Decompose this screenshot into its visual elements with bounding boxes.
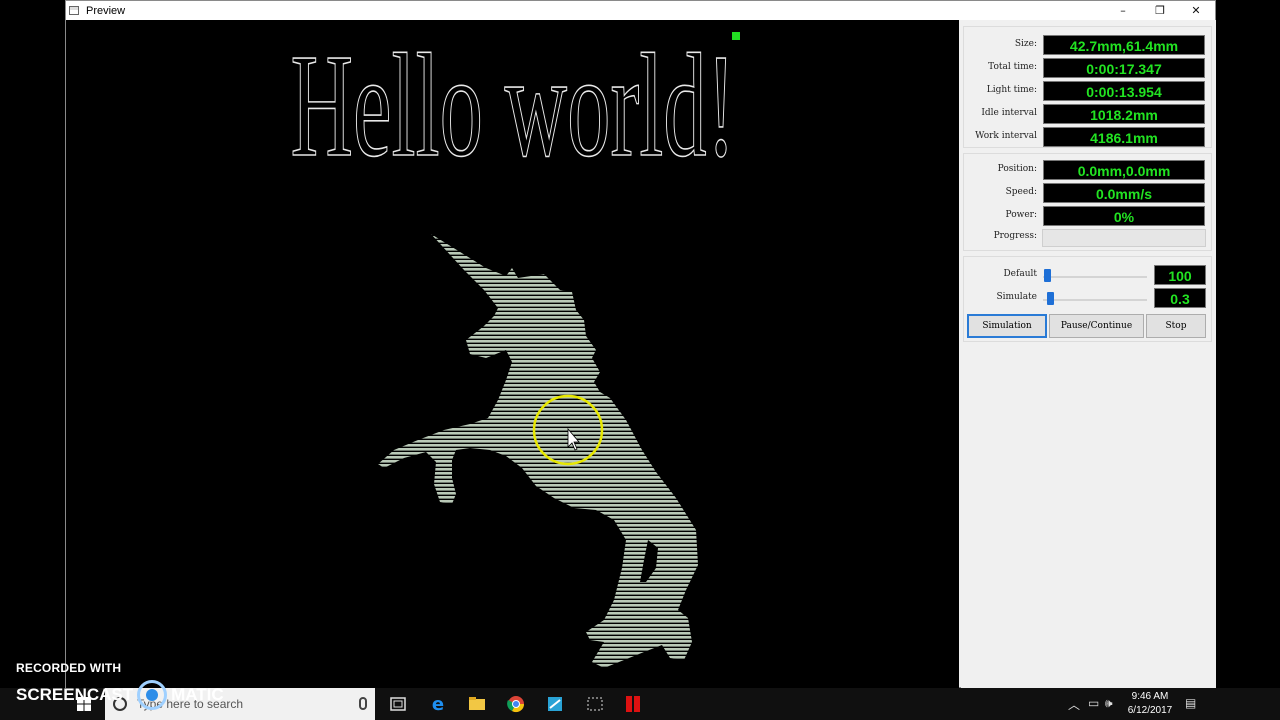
microphone-icon[interactable]: [359, 697, 367, 710]
watermark-brand: SCREENCAST MATIC: [16, 680, 224, 710]
volume-icon[interactable]: 🕪: [1105, 696, 1113, 711]
restore-button[interactable]: ❐: [1142, 1, 1178, 20]
tray-chevron-icon[interactable]: ︿: [1068, 696, 1080, 713]
total-time-label: Total time:: [988, 62, 1037, 72]
snipping-icon[interactable]: [585, 694, 605, 714]
speed-row: Speed: 0.0mm/s: [964, 183, 1211, 203]
power-label: Power:: [1005, 210, 1037, 220]
close-button[interactable]: ✕: [1178, 1, 1214, 20]
light-time-row: Light time: 0:00:13.954: [964, 81, 1211, 101]
clock-date: 6/12/2017: [1127, 705, 1173, 716]
light-time-label: Light time:: [986, 85, 1037, 95]
notifications-icon[interactable]: ▤: [1185, 696, 1196, 710]
origin-marker-icon: [732, 32, 740, 40]
progress-row: Progress:: [964, 227, 1211, 247]
simulate-row: Simulate 0.3: [964, 288, 1211, 308]
simulation-button[interactable]: Simulation: [967, 314, 1047, 338]
position-row: Position: 0.0mm,0.0mm: [964, 160, 1211, 180]
watermark-line1: RECORDED WITH: [16, 661, 122, 675]
preview-window: Preview – ❐ ✕ Hello world! Size: 42.7mm,…: [65, 0, 1216, 689]
desktop: Preview – ❐ ✕ Hello world! Size: 42.7mm,…: [0, 0, 1280, 720]
app-icon[interactable]: [545, 694, 565, 714]
position-label: Position:: [997, 164, 1037, 174]
title-bar[interactable]: Preview – ❐ ✕: [66, 1, 1215, 20]
idle-interval-value: 1018.2mm: [1043, 104, 1205, 124]
progress-bar: [1042, 229, 1206, 247]
default-slider-track[interactable]: [1043, 276, 1147, 278]
default-value: 100: [1154, 265, 1206, 285]
task-view-icon[interactable]: [388, 694, 408, 714]
stats-group: Size: 42.7mm,61.4mm Total time: 0:00:17.…: [963, 26, 1212, 148]
default-row: Default 100: [964, 265, 1211, 285]
simulate-slider-thumb[interactable]: [1047, 292, 1054, 305]
preview-canvas[interactable]: Hello world!: [66, 20, 959, 689]
screencast-logo-icon: [137, 680, 168, 710]
progress-label: Progress:: [993, 231, 1037, 241]
position-value: 0.0mm,0.0mm: [1043, 160, 1205, 180]
speed-label: Speed:: [1005, 187, 1037, 197]
speed-value: 0.0mm/s: [1043, 183, 1205, 203]
status-group: Position: 0.0mm,0.0mm Speed: 0.0mm/s Pow…: [963, 153, 1212, 251]
unicorn-silhouette-icon: [378, 234, 698, 668]
file-explorer-icon[interactable]: [467, 694, 487, 714]
default-slider-thumb[interactable]: [1044, 269, 1051, 282]
simulate-slider-track[interactable]: [1043, 299, 1147, 301]
clock-time: 9:46 AM: [1131, 691, 1169, 702]
size-row: Size: 42.7mm,61.4mm: [964, 35, 1211, 55]
network-icon[interactable]: ▭: [1088, 696, 1099, 710]
work-interval-row: Work interval 4186.1mm: [964, 127, 1211, 147]
headline-outline-text: Hello world!: [291, 24, 736, 188]
info-panel: Size: 42.7mm,61.4mm Total time: 0:00:17.…: [961, 20, 1216, 689]
work-interval-label: Work interval: [975, 131, 1037, 141]
taskbar-clock[interactable]: 9:46 AM 6/12/2017: [1122, 690, 1178, 718]
window-title: Preview: [86, 4, 126, 17]
size-label: Size:: [1014, 39, 1037, 49]
simulate-label: Simulate: [996, 292, 1037, 302]
minimize-button[interactable]: –: [1105, 1, 1141, 20]
default-label: Default: [1003, 269, 1037, 279]
watermark-left: SCREENCAST: [16, 685, 134, 704]
light-time-value: 0:00:13.954: [1043, 81, 1205, 101]
total-time-row: Total time: 0:00:17.347: [964, 58, 1211, 78]
chrome-icon[interactable]: [506, 694, 526, 714]
size-value: 42.7mm,61.4mm: [1043, 35, 1205, 55]
simulate-value: 0.3: [1154, 288, 1206, 308]
window-icon: [69, 6, 79, 15]
laser-app-icon[interactable]: [623, 694, 643, 714]
work-interval-value: 4186.1mm: [1043, 127, 1205, 147]
edge-icon[interactable]: e: [428, 694, 448, 714]
power-row: Power: 0%: [964, 206, 1211, 226]
idle-interval-label: Idle interval: [981, 108, 1037, 118]
preview-drawing: Hello world!: [290, 23, 740, 668]
power-value: 0%: [1043, 206, 1205, 226]
stop-button[interactable]: Stop: [1146, 314, 1206, 338]
total-time-value: 0:00:17.347: [1043, 58, 1205, 78]
watermark-right: MATIC: [171, 685, 224, 704]
pause-continue-button[interactable]: Pause/Continue: [1049, 314, 1144, 338]
svg-text:e: e: [432, 694, 444, 714]
idle-interval-row: Idle interval 1018.2mm: [964, 104, 1211, 124]
